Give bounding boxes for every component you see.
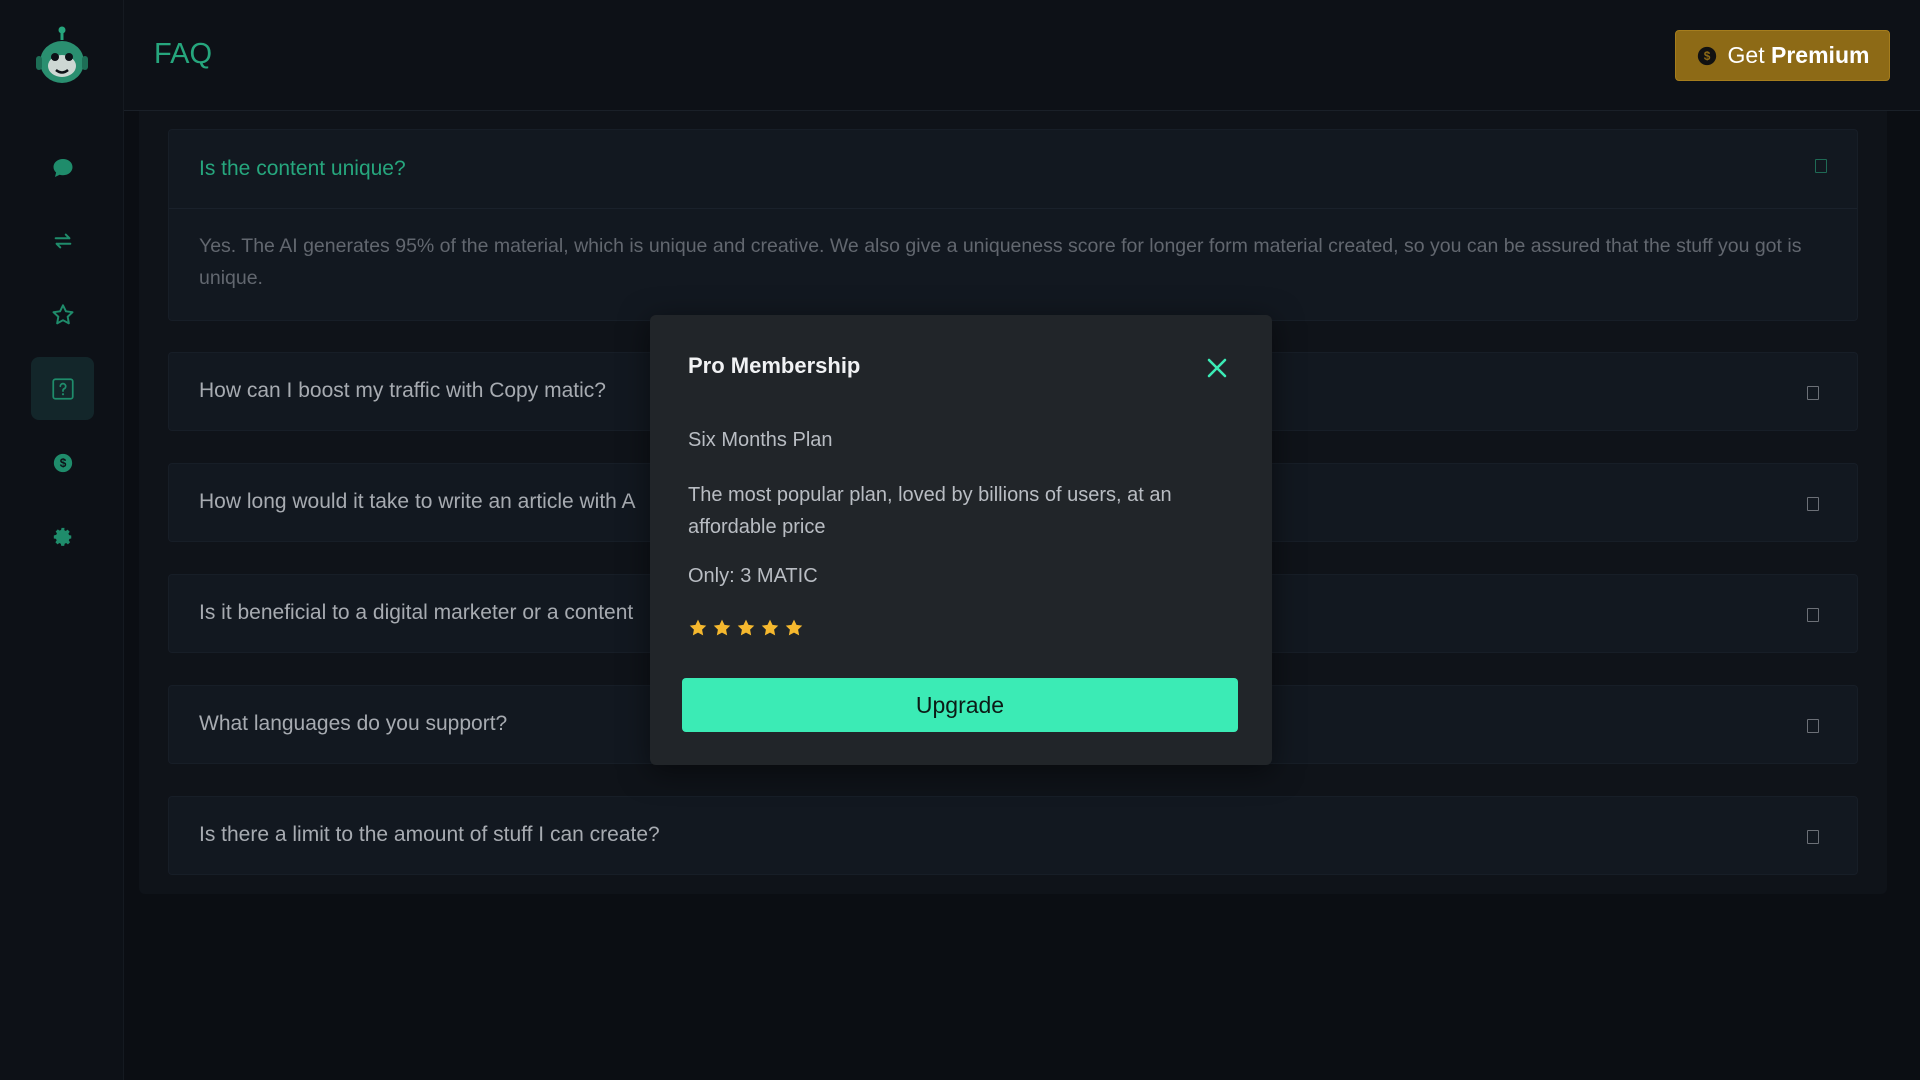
pro-membership-modal: Pro Membership Six Months Plan The most … xyxy=(650,315,1272,765)
star-filled-icon xyxy=(785,619,803,636)
rating-stars xyxy=(688,618,804,638)
modal-title: Pro Membership xyxy=(688,353,861,378)
star-filled-icon xyxy=(689,619,707,636)
close-icon xyxy=(1207,358,1227,378)
close-button[interactable] xyxy=(1202,353,1232,383)
star-filled-icon xyxy=(737,619,755,636)
star-filled-icon xyxy=(761,619,779,636)
plan-description: The most popular plan, loved by billions… xyxy=(688,484,1172,538)
plan-price: Only: 3 MATIC xyxy=(688,565,818,587)
plan-name: Six Months Plan xyxy=(688,429,833,451)
star-filled-icon xyxy=(713,619,731,636)
upgrade-button[interactable]: Upgrade xyxy=(682,678,1238,732)
